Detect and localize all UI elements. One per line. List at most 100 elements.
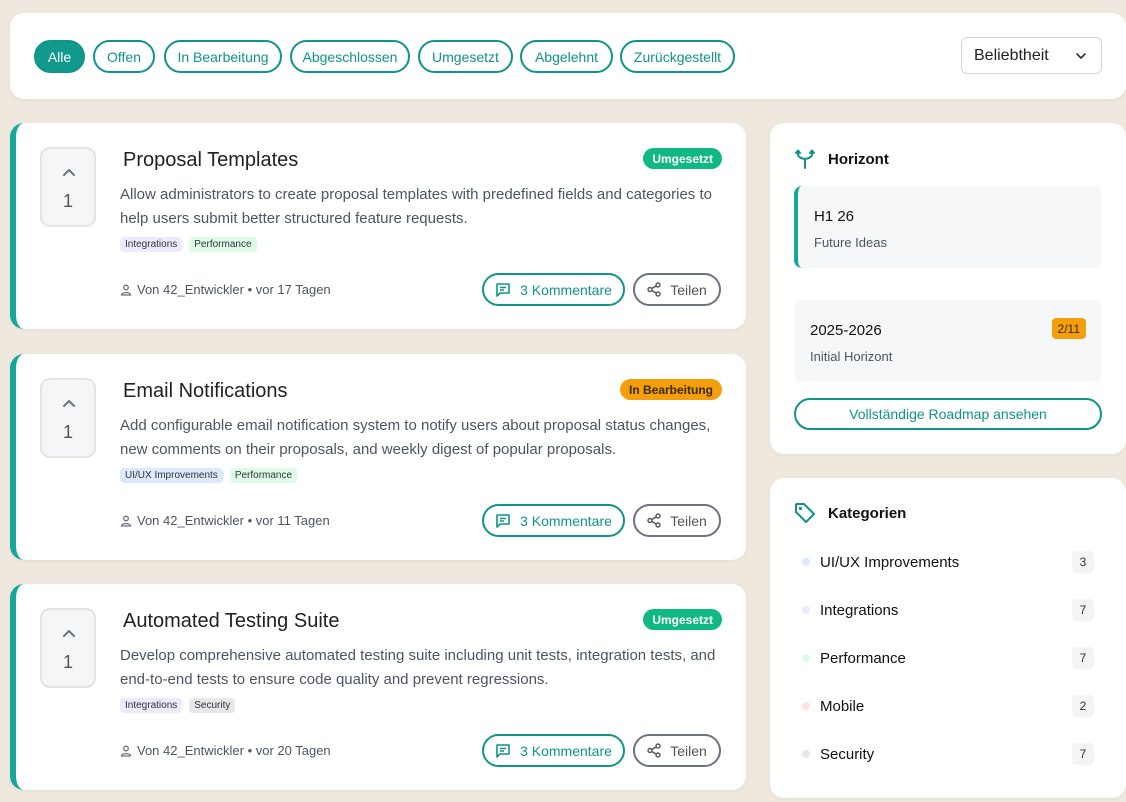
category-dot [802, 750, 810, 758]
proposal-title[interactable]: Automated Testing Suite [123, 610, 339, 633]
proposal-description: Allow administrators to create proposal … [120, 186, 712, 227]
upvote-button[interactable]: 1 [40, 378, 96, 458]
comments-label: 3 Kommentare [520, 281, 612, 298]
share-icon [647, 282, 661, 297]
user-icon [120, 284, 132, 296]
horizon-item[interactable]: 2025-2026 2/11 Initial Horizont [794, 300, 1102, 382]
category-count: 2 [1072, 695, 1094, 717]
proposal-description: Add configurable email notification syst… [120, 417, 711, 458]
tag-list: UI/UX Improvements Performance [120, 468, 298, 483]
filter-pill-offen[interactable]: Offen [93, 40, 155, 73]
category-label: Integrations [820, 601, 899, 619]
filter-pill-abgelehnt[interactable]: Abgelehnt [520, 40, 613, 73]
vote-count: 1 [62, 422, 73, 442]
categories-heading: Kategorien [828, 504, 907, 522]
filter-bar: Alle Offen In Bearbeitung Abgeschlossen … [10, 13, 1126, 99]
tag[interactable]: Performance [189, 237, 257, 252]
comment-icon [496, 513, 510, 528]
category-label: Performance [820, 649, 906, 667]
category-item[interactable]: Mobile 2 [802, 694, 1094, 718]
comment-icon [496, 743, 510, 758]
proposal-meta: Von 42_Entwickler • vor 11 Tagen [120, 513, 330, 528]
view-roadmap-button[interactable]: Vollständige Roadmap ansehen [794, 398, 1102, 430]
sort-select[interactable]: Beliebtheit [961, 37, 1102, 74]
comments-label: 3 Kommentare [520, 512, 612, 529]
comments-button[interactable]: 3 Kommentare [482, 504, 625, 537]
filter-pill-abgeschlossen[interactable]: Abgeschlossen [290, 40, 410, 73]
category-count: 7 [1072, 647, 1094, 669]
horizon-item[interactable]: H1 26 Future Ideas [794, 186, 1102, 268]
tag[interactable]: UI/UX Improvements [120, 468, 223, 483]
category-count: 7 [1072, 743, 1094, 765]
upvote-button[interactable]: 1 [40, 608, 96, 688]
horizon-panel: Horizont H1 26 Future Ideas 2025-2026 2/… [770, 123, 1126, 454]
chevron-down-icon [1076, 53, 1086, 59]
proposal-card[interactable]: 1 Automated Testing Suite Umgesetzt Deve… [10, 584, 746, 790]
categories-header: Kategorien [794, 502, 906, 524]
category-count: 7 [1072, 599, 1094, 621]
status-badge: Umgesetzt [643, 148, 722, 169]
status-badge: In Bearbeitung [619, 379, 722, 400]
category-item[interactable]: UI/UX Improvements 3 [802, 550, 1094, 574]
sort-value: Beliebtheit [974, 46, 1049, 64]
horizon-item-title: H1 26 [814, 208, 855, 225]
author-date: Von 42_Entwickler • vor 20 Tagen [137, 743, 331, 758]
category-dot [802, 606, 810, 614]
comments-button[interactable]: 3 Kommentare [482, 273, 625, 306]
category-label: UI/UX Improvements [820, 553, 960, 571]
category-label: Security [820, 745, 875, 763]
share-label: Teilen [670, 742, 707, 759]
category-label: Mobile [820, 697, 865, 715]
category-dot [802, 702, 810, 710]
share-button[interactable]: Teilen [633, 273, 721, 306]
filter-pill-umgesetzt[interactable]: Umgesetzt [418, 40, 513, 73]
vote-count: 1 [62, 191, 73, 211]
share-icon [647, 513, 661, 528]
user-icon [120, 745, 132, 757]
filter-pill-in-bearbeitung[interactable]: In Bearbeitung [164, 40, 282, 73]
proposal-title[interactable]: Email Notifications [123, 380, 288, 403]
tag[interactable]: Integrations [120, 237, 183, 252]
horizon-item-title: 2025-2026 [810, 322, 882, 339]
upvote-button[interactable]: 1 [40, 147, 96, 227]
fork-icon [795, 149, 815, 169]
tag-list: Integrations Security [120, 698, 236, 713]
proposal-meta: Von 42_Entwickler • vor 20 Tagen [120, 743, 331, 758]
comment-icon [496, 282, 510, 297]
proposal-title[interactable]: Proposal Templates [123, 149, 298, 172]
user-icon [120, 515, 132, 527]
comments-button[interactable]: 3 Kommentare [482, 734, 625, 767]
horizon-header: Horizont [794, 148, 889, 170]
category-item[interactable]: Performance 7 [802, 646, 1094, 670]
horizon-item-subtitle: Initial Horizont [810, 349, 893, 364]
category-item[interactable]: Security 7 [802, 742, 1094, 766]
tag[interactable]: Security [189, 698, 236, 713]
tag[interactable]: Performance [229, 468, 298, 483]
share-label: Teilen [670, 281, 707, 298]
author-date: Von 42_Entwickler • vor 17 Tagen [137, 282, 331, 297]
filter-pill-zurueckgestellt[interactable]: Zurückgestellt [620, 40, 735, 73]
comments-label: 3 Kommentare [520, 742, 612, 759]
progress-badge: 2/11 [1051, 318, 1086, 339]
filter-pill-alle[interactable]: Alle [34, 40, 85, 73]
share-button[interactable]: Teilen [633, 734, 721, 767]
category-count: 3 [1072, 551, 1094, 573]
proposal-meta: Von 42_Entwickler • vor 17 Tagen [120, 282, 331, 297]
category-item[interactable]: Integrations 7 [802, 598, 1094, 622]
vote-count: 1 [62, 652, 73, 672]
share-label: Teilen [670, 512, 707, 529]
horizon-heading: Horizont [828, 150, 889, 168]
horizon-item-subtitle: Future Ideas [814, 235, 887, 250]
share-button[interactable]: Teilen [633, 504, 721, 537]
proposal-card[interactable]: 1 Proposal Templates Umgesetzt Allow adm… [10, 123, 746, 329]
chevron-up-icon [63, 400, 75, 407]
share-icon [647, 743, 661, 758]
tag[interactable]: Integrations [120, 698, 183, 713]
status-badge: Umgesetzt [643, 609, 722, 630]
chevron-up-icon [63, 169, 75, 176]
category-dot [802, 654, 810, 662]
tag-list: Integrations Performance [120, 237, 257, 252]
tag-icon [795, 503, 815, 523]
category-dot [802, 558, 810, 566]
proposal-card[interactable]: 1 Email Notifications In Bearbeitung Add… [10, 354, 746, 560]
